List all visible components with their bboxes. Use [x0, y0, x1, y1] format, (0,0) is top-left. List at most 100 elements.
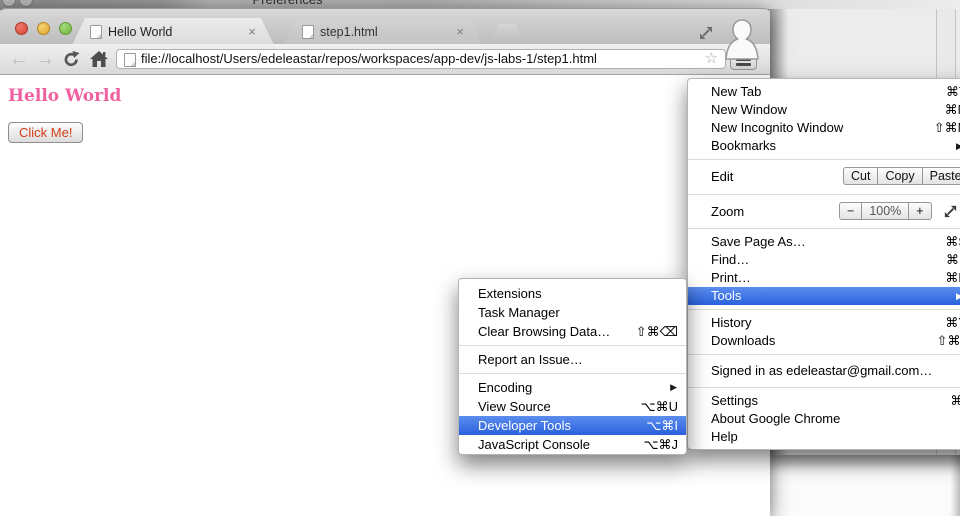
menu-separator [688, 309, 960, 310]
submenu-item-view-source[interactable]: View Source ⌥⌘U [459, 397, 686, 416]
menu-separator [459, 345, 686, 346]
menu-item-help[interactable]: Help [688, 428, 960, 446]
menu-item-find[interactable]: Find… ⌘F [688, 251, 960, 269]
menu-label: Help [711, 429, 738, 444]
background-traffic-light-icon [19, 0, 33, 7]
menu-item-about-google-chrome[interactable]: About Google Chrome [688, 410, 960, 428]
menu-separator [688, 159, 960, 160]
menu-item-history[interactable]: History ⌘Y [688, 314, 960, 332]
submenu-item-developer-tools[interactable]: Developer Tools ⌥⌘I [459, 416, 686, 435]
menu-shortcut: ⇧⌘⌫ [636, 322, 678, 341]
menu-label: Task Manager [478, 305, 560, 320]
menu-label: Save Page As… [711, 234, 806, 249]
menu-shortcut: ⌘N [945, 101, 960, 119]
menu-label: New Window [711, 102, 787, 117]
menu-item-save-page-as[interactable]: Save Page As… ⌘S [688, 233, 960, 251]
fullscreen-icon[interactable] [942, 203, 959, 220]
zoom-out-button[interactable]: − [839, 202, 862, 220]
menu-label: Print… [711, 270, 751, 285]
tab-step1-html[interactable]: step1.html × [284, 18, 482, 45]
paste-button[interactable]: Paste [922, 167, 960, 185]
menu-separator [459, 373, 686, 374]
menu-item-print[interactable]: Print… ⌘P [688, 269, 960, 287]
menu-shortcut: ⌥⌘J [644, 435, 678, 454]
menu-shortcut: ⇧⌘N [934, 119, 960, 137]
browser-toolbar: ← → file://localhost/Users/edeleastar/re… [0, 44, 770, 75]
menu-separator [688, 387, 960, 388]
forward-button[interactable]: → [35, 45, 55, 73]
menu-item-bookmarks[interactable]: Bookmarks ▶ [688, 137, 960, 155]
home-button[interactable] [89, 50, 109, 69]
new-tab-button[interactable] [492, 24, 522, 39]
edit-button-group: Cut Copy Paste [843, 167, 960, 185]
back-button[interactable]: ← [9, 45, 29, 73]
tab-title: Hello World [108, 25, 242, 39]
tab-close-icon[interactable]: × [456, 27, 464, 37]
fullscreen-icon[interactable] [697, 24, 715, 42]
menu-item-settings[interactable]: Settings ⌘, [688, 392, 960, 410]
submenu-item-report-an-issue[interactable]: Report an Issue… [459, 350, 686, 369]
menu-label: Report an Issue… [478, 352, 583, 367]
menu-shortcut: ⇧⌘J [937, 332, 960, 350]
menu-shortcut: ⌘P [945, 269, 960, 287]
menu-item-tools[interactable]: Tools ▶ [688, 287, 960, 305]
background-window-title: Preferences [205, 0, 370, 7]
menu-shortcut: ⌘T [946, 83, 960, 101]
submenu-item-javascript-console[interactable]: JavaScript Console ⌥⌘J [459, 435, 686, 454]
cut-button[interactable]: Cut [843, 167, 878, 185]
menu-item-new-window[interactable]: New Window ⌘N [688, 101, 960, 119]
zoom-in-button[interactable]: + [908, 202, 931, 220]
menu-shortcut: ⌘Y [945, 314, 960, 332]
page-heading: Hello World [0, 75, 770, 106]
submenu-item-clear-browsing-data[interactable]: Clear Browsing Data… ⇧⌘⌫ [459, 322, 686, 341]
click-me-button[interactable]: Click Me! [8, 122, 83, 143]
menu-label: About Google Chrome [711, 411, 840, 426]
menu-label: History [711, 315, 751, 330]
menu-item-new-incognito-window[interactable]: New Incognito Window ⇧⌘N [688, 119, 960, 137]
menu-item-new-tab[interactable]: New Tab ⌘T [688, 83, 960, 101]
zoom-button-group: − 100% + [839, 202, 932, 220]
menu-item-signed-in[interactable]: Signed in as edeleastar@gmail.com… [688, 359, 960, 383]
zoom-window-icon[interactable] [59, 22, 72, 35]
menu-item-downloads[interactable]: Downloads ⇧⌘J [688, 332, 960, 350]
submenu-item-encoding[interactable]: Encoding ▶ [459, 378, 686, 397]
submenu-arrow-icon: ▶ [956, 287, 960, 305]
tab-close-icon[interactable]: × [248, 27, 256, 37]
tab-hello-world[interactable]: Hello World × [72, 18, 274, 45]
reload-button[interactable] [62, 50, 81, 69]
menu-item-edit: Edit Cut Copy Paste [688, 164, 960, 190]
zoom-level: 100% [861, 202, 909, 220]
menu-shortcut: ⌘F [946, 251, 960, 269]
background-window-content [770, 455, 960, 516]
menu-label: Signed in as edeleastar@gmail.com… [711, 363, 932, 378]
menu-label: Find… [711, 252, 749, 267]
address-bar[interactable]: file://localhost/Users/edeleastar/repos/… [116, 49, 726, 69]
submenu-item-extensions[interactable]: Extensions [459, 284, 686, 303]
tab-strip: Hello World × step1.html × [0, 8, 770, 44]
menu-label: Zoom [711, 204, 744, 219]
bookmark-star-icon[interactable]: ☆ [705, 50, 718, 68]
menu-label: Downloads [711, 333, 775, 348]
copy-button[interactable]: Copy [877, 167, 922, 185]
url-text[interactable]: file://localhost/Users/edeleastar/repos/… [141, 50, 597, 68]
screen-root: { "background": { "title": "Preferences"… [0, 0, 960, 516]
menu-shortcut: ⌘S [945, 233, 960, 251]
minimize-window-icon[interactable] [37, 22, 50, 35]
tools-submenu: Extensions Task Manager Clear Browsing D… [458, 278, 687, 455]
page-icon [302, 25, 314, 39]
menu-label: Bookmarks [711, 138, 776, 153]
page-icon [124, 53, 136, 67]
background-window-edge [950, 455, 960, 516]
menu-label: Edit [711, 169, 733, 184]
menu-label: Encoding [478, 380, 532, 395]
close-window-icon[interactable] [15, 22, 28, 35]
menu-label: Tools [711, 288, 741, 303]
menu-separator [688, 354, 960, 355]
background-traffic-light-icon [2, 0, 16, 7]
menu-label: View Source [478, 399, 551, 414]
window-controls [15, 22, 72, 35]
submenu-item-task-manager[interactable]: Task Manager [459, 303, 686, 322]
menu-separator [688, 228, 960, 229]
menu-shortcut: ⌘, [950, 392, 960, 410]
profile-avatar-icon[interactable] [724, 17, 760, 61]
